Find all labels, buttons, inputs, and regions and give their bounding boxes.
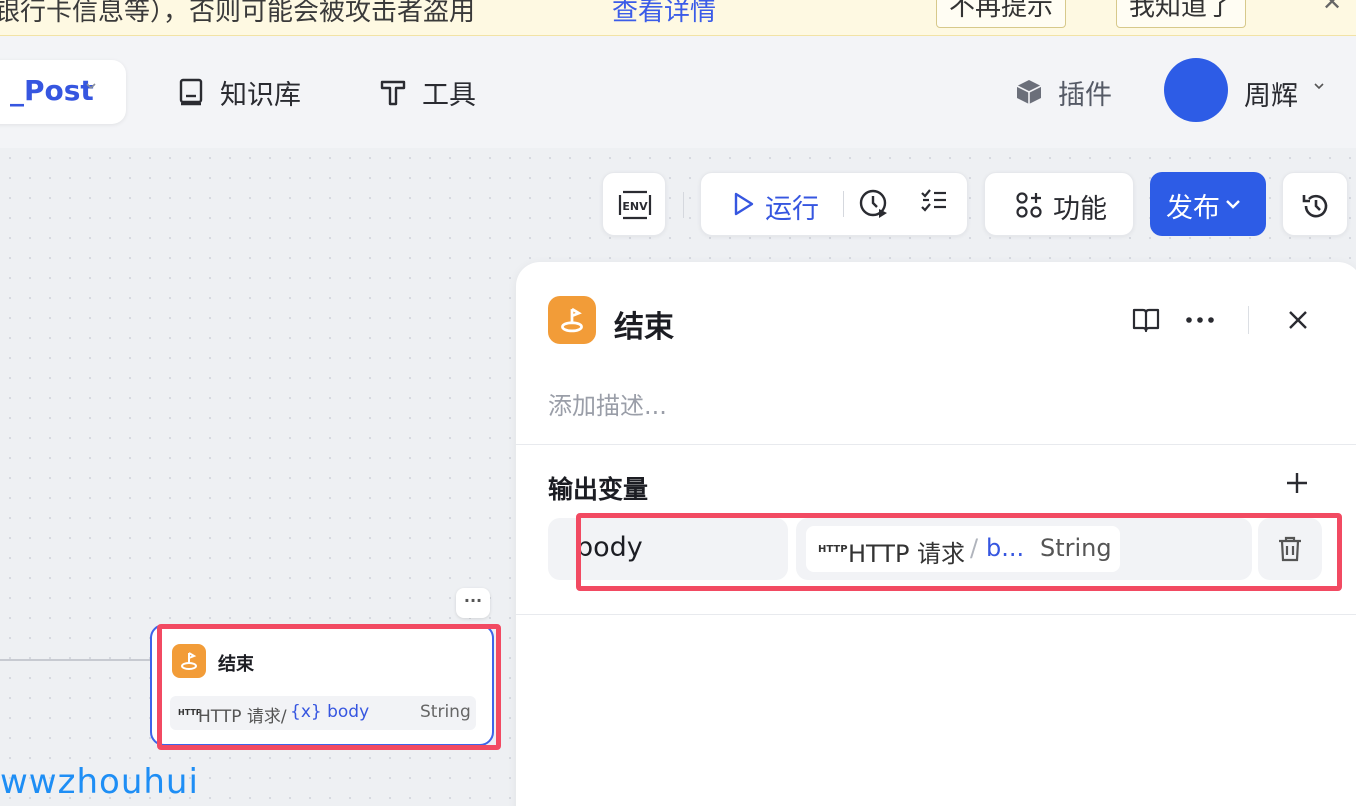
reference-variable: b... [986, 534, 1025, 562]
publish-button[interactable]: 发布 [1150, 172, 1266, 236]
node-output-type: String [420, 702, 471, 722]
run-label: 运行 [765, 194, 819, 225]
close-icon[interactable] [1280, 302, 1316, 338]
nav-label: 工具 [422, 79, 476, 111]
variable-name-input[interactable]: body [548, 518, 788, 580]
http-icon: HTTP [818, 544, 848, 555]
variable-name-value: body [576, 532, 643, 563]
node-properties-panel: 结束 添加描述... 输出变量 body HTTP HTTP 请求 / b...… [516, 262, 1356, 806]
plugin-label: 插件 [1058, 79, 1112, 111]
reference-type: String [1040, 534, 1112, 562]
banner-close-icon[interactable]: ✕ [1322, 0, 1342, 16]
run-history-icon[interactable] [857, 187, 893, 223]
description-input[interactable]: 添加描述... [548, 386, 667, 421]
panel-title: 结束 [614, 310, 674, 345]
feature-button[interactable]: 功能 [984, 172, 1134, 236]
checklist-icon[interactable] [919, 187, 955, 223]
watermark-text: wwzhouhui [0, 762, 199, 802]
node-more-button[interactable]: ··· [456, 588, 490, 618]
variable-icon: {x} [290, 702, 322, 722]
node-output-variable: {x} body [290, 702, 369, 722]
env-icon: ENV [618, 190, 652, 220]
version-history-button[interactable] [1282, 172, 1348, 236]
banner-details-link[interactable]: 查看详情 [612, 0, 716, 28]
output-variables-title: 输出变量 [548, 475, 649, 504]
divider [843, 191, 844, 217]
cube-icon [1014, 77, 1044, 107]
avatar[interactable] [1164, 58, 1228, 122]
nav-label: 知识库 [220, 79, 301, 111]
history-icon [1302, 194, 1328, 218]
toolbar-divider [683, 192, 684, 218]
play-icon [734, 192, 754, 216]
nav-tools[interactable]: 工具 [378, 74, 476, 111]
docs-book-icon[interactable] [1128, 302, 1164, 338]
chevron-down-icon[interactable] [1312, 78, 1326, 97]
run-group: 运行 [700, 172, 968, 236]
banner-text: 银行卡信息等），否则可能会被攻击者盗用 [0, 0, 476, 27]
warning-banner: 银行卡信息等），否则可能会被攻击者盗用 查看详情 不再提示 我知道了 ✕ [0, 0, 1356, 36]
connection-edge[interactable] [0, 659, 152, 661]
user-name[interactable]: 周辉 [1244, 74, 1298, 113]
top-header: _Post 知识库 工具 插件 周辉 [0, 36, 1356, 148]
apps-icon [1016, 192, 1042, 218]
dont-show-again-button[interactable]: 不再提示 [936, 0, 1067, 28]
reference-source: HTTP 请求 [848, 540, 966, 568]
variable-name: body [327, 702, 370, 722]
reference-chip[interactable]: HTTP HTTP 请求 / b... String [806, 526, 1120, 572]
delete-variable-button[interactable] [1258, 518, 1322, 580]
trash-icon [1279, 536, 1301, 562]
book-icon [176, 77, 206, 107]
env-button[interactable]: ENV [602, 172, 666, 236]
variable-reference-select[interactable]: HTTP HTTP 请求 / b... String [796, 518, 1252, 580]
end-node-icon [172, 644, 206, 678]
divider [516, 614, 1356, 615]
tool-icon [378, 77, 408, 107]
divider [1248, 306, 1249, 334]
project-selector[interactable]: _Post [0, 60, 126, 124]
run-button[interactable]: 运行 [701, 173, 837, 235]
acknowledge-button[interactable]: 我知道了 [1116, 0, 1247, 28]
node-output-source: HTTP 请求/ [198, 707, 287, 727]
node-output-row: HTTP HTTP 请求/ {x} body String [170, 696, 476, 730]
add-variable-icon[interactable] [1284, 470, 1314, 500]
reference-separator: / [970, 534, 979, 562]
end-node[interactable]: 结束 HTTP HTTP 请求/ {x} body String [150, 624, 494, 746]
chevron-down-icon [1226, 200, 1240, 209]
project-name: _Post [10, 74, 94, 107]
end-node-icon [548, 296, 596, 344]
publish-label: 发布 [1166, 193, 1220, 224]
svg-text:ENV: ENV [622, 200, 648, 213]
chevron-down-icon [84, 78, 98, 97]
feature-label: 功能 [1053, 194, 1107, 225]
nav-knowledge-base[interactable]: 知识库 [176, 74, 301, 111]
more-options-icon[interactable] [1182, 302, 1218, 338]
nav-plugins[interactable]: 插件 [1014, 74, 1112, 111]
divider [516, 444, 1356, 445]
node-title: 结束 [218, 654, 254, 675]
